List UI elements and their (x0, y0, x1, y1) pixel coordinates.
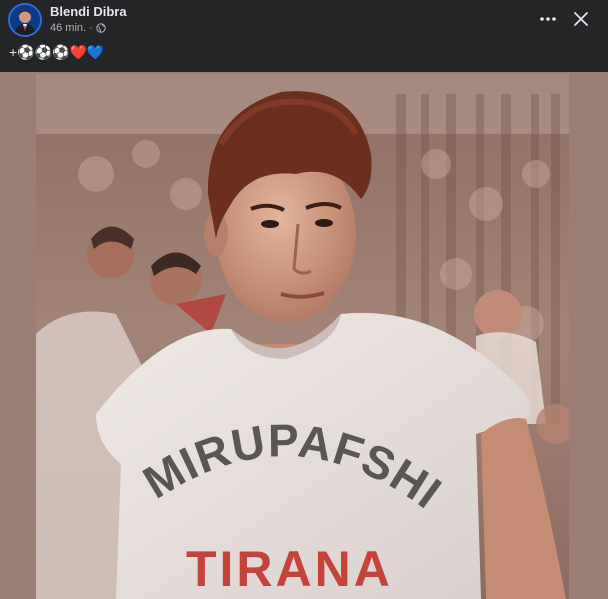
close-icon (574, 12, 588, 26)
meta-separator: · (89, 22, 93, 34)
post-meta: 46 min. · (50, 22, 106, 34)
avatar-image (10, 5, 40, 35)
facebook-post: Blendi Dibra 46 min. · +⚽⚽⚽❤️💙 MIRUPAFSH… (0, 0, 608, 599)
post-time[interactable]: 46 min. (50, 22, 86, 34)
author-avatar[interactable] (8, 3, 42, 37)
globe-icon (96, 23, 106, 33)
more-options-icon (540, 17, 556, 21)
photo-container[interactable]: MIRUPAFSHIM TIRANA (0, 72, 608, 599)
post-caption: +⚽⚽⚽❤️💙 (9, 44, 105, 60)
post-photo[interactable] (36, 74, 569, 599)
post-header: Blendi Dibra 46 min. · +⚽⚽⚽❤️💙 (0, 0, 608, 72)
author-name[interactable]: Blendi Dibra (50, 4, 127, 19)
more-options-button[interactable] (535, 6, 561, 32)
close-button[interactable] (568, 6, 594, 32)
